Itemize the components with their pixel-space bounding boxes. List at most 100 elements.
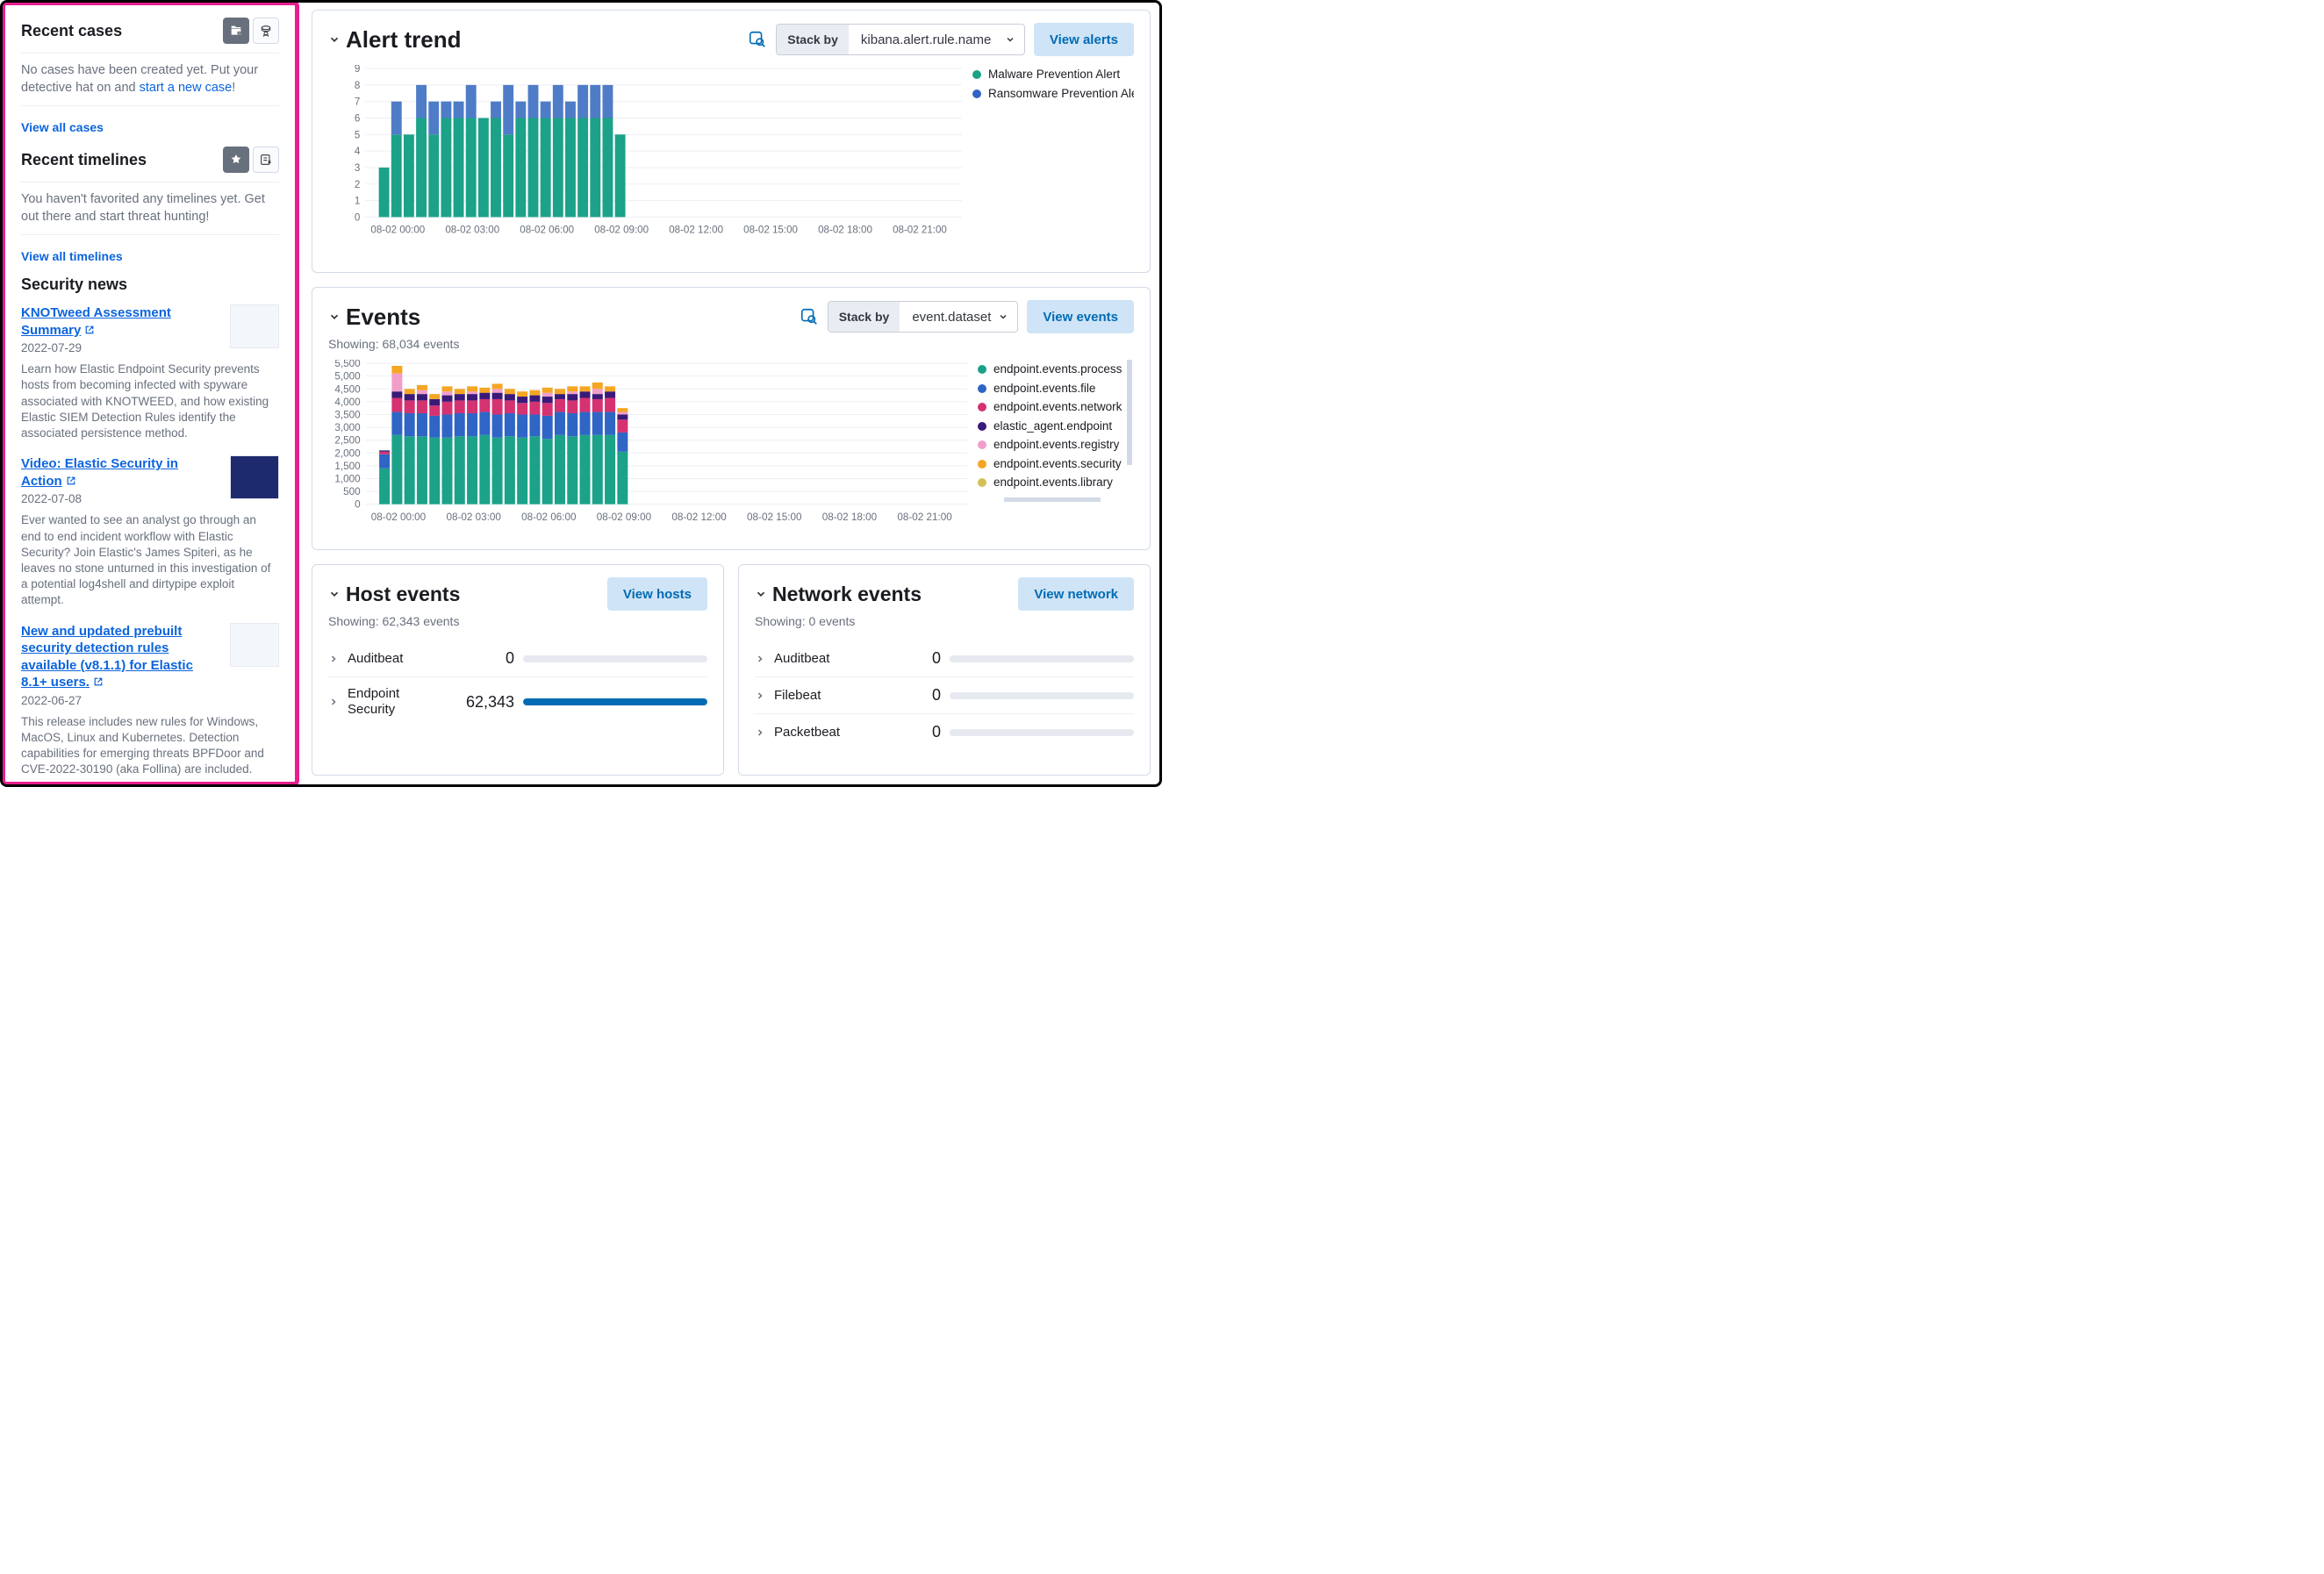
chevron-right-icon[interactable] bbox=[755, 654, 765, 664]
news-thumbnail bbox=[230, 304, 279, 348]
legend-dot bbox=[978, 365, 986, 374]
last-updated-icon[interactable] bbox=[253, 147, 279, 173]
view-events-button[interactable]: View events bbox=[1027, 300, 1134, 333]
event-source-bar bbox=[950, 692, 1134, 699]
news-description: Learn how Elastic Endpoint Security prev… bbox=[21, 361, 279, 441]
stackby-label: Stack by bbox=[777, 25, 849, 54]
legend-dot bbox=[978, 422, 986, 431]
legend-item[interactable]: endpoint.events.registry bbox=[978, 437, 1134, 453]
legend-label: elastic_agent.endpoint bbox=[993, 419, 1112, 434]
svg-text:08-02 03:00: 08-02 03:00 bbox=[446, 512, 501, 523]
event-source-count: 0 bbox=[879, 723, 941, 741]
alert-trend-panel: Alert trend Stack by kibana.alert.rule.n… bbox=[312, 10, 1151, 273]
chevron-right-icon[interactable] bbox=[755, 690, 765, 701]
network-events-toggle[interactable]: Network events bbox=[755, 583, 922, 606]
svg-text:08-02 06:00: 08-02 06:00 bbox=[521, 512, 577, 523]
view-network-button[interactable]: View network bbox=[1018, 577, 1134, 611]
events-legend: endpoint.events.process endpoint.events.f… bbox=[978, 360, 1134, 540]
network-events-title: Network events bbox=[772, 583, 922, 606]
inspect-icon[interactable] bbox=[748, 30, 767, 49]
alert-trend-toggle[interactable]: Alert trend bbox=[328, 26, 461, 54]
svg-text:08-02 03:00: 08-02 03:00 bbox=[445, 225, 499, 236]
legend-h-scrollbar[interactable] bbox=[1004, 497, 1101, 502]
legend-label: Malware Prevention Alert bbox=[988, 67, 1120, 82]
svg-text:3,500: 3,500 bbox=[334, 410, 361, 421]
inspect-icon[interactable] bbox=[800, 307, 819, 326]
recent-cases-empty-text: No cases have been created yet. Put your… bbox=[21, 62, 279, 97]
events-stackby[interactable]: Stack by event.dataset bbox=[828, 301, 1019, 333]
alert-trend-legend: Malware Prevention Alert Ransomware Preve… bbox=[972, 65, 1134, 263]
event-source-name: Filebeat bbox=[774, 688, 871, 704]
legend-item[interactable]: Malware Prevention Alert bbox=[972, 67, 1134, 82]
view-all-timelines-link[interactable]: View all timelines bbox=[21, 249, 123, 263]
start-new-case-link[interactable]: start a new case bbox=[140, 81, 233, 95]
chevron-right-icon[interactable] bbox=[328, 654, 339, 664]
legend-item[interactable]: endpoint.events.process bbox=[978, 361, 1134, 377]
legend-item[interactable]: endpoint.events.library bbox=[978, 475, 1134, 490]
sidebar: Recent cases i No cases have been create… bbox=[1, 1, 299, 786]
event-source-count: 0 bbox=[879, 649, 941, 668]
legend-item[interactable]: endpoint.events.security bbox=[978, 456, 1134, 472]
legend-dot bbox=[978, 403, 986, 411]
chevron-down-icon bbox=[328, 33, 341, 46]
legend-label: endpoint.events.registry bbox=[993, 437, 1119, 453]
event-source-row: Auditbeat 0 bbox=[328, 640, 707, 676]
view-alerts-button[interactable]: View alerts bbox=[1034, 23, 1134, 56]
svg-text:08-02 21:00: 08-02 21:00 bbox=[897, 512, 952, 523]
chevron-down-icon bbox=[998, 311, 1008, 322]
svg-text:5,500: 5,500 bbox=[334, 360, 361, 369]
event-source-row: Filebeat 0 bbox=[755, 676, 1134, 713]
recent-cases-section: Recent cases i No cases have been create… bbox=[21, 18, 279, 147]
news-date: 2022-07-08 bbox=[21, 492, 221, 505]
event-source-count: 0 bbox=[453, 649, 514, 668]
legend-item[interactable]: Ransomware Prevention Alert bbox=[972, 86, 1134, 102]
events-toggle[interactable]: Events bbox=[328, 304, 420, 331]
chevron-down-icon bbox=[755, 588, 767, 600]
news-title-link[interactable]: Video: Elastic Security in Action bbox=[21, 456, 178, 489]
legend-item[interactable]: endpoint.events.network bbox=[978, 399, 1134, 415]
svg-text:08-02 06:00: 08-02 06:00 bbox=[520, 225, 574, 236]
svg-text:0: 0 bbox=[355, 499, 361, 511]
events-chart[interactable]: 05001,0001,5002,0002,5003,0003,5004,0004… bbox=[328, 360, 971, 540]
legend-scrollbar[interactable] bbox=[1127, 360, 1132, 465]
svg-text:1: 1 bbox=[355, 197, 360, 207]
svg-text:0: 0 bbox=[355, 212, 360, 223]
stackby-value[interactable]: event.dataset bbox=[900, 302, 1017, 332]
legend-dot bbox=[978, 460, 986, 469]
chevron-right-icon[interactable] bbox=[328, 697, 339, 707]
svg-text:2: 2 bbox=[355, 180, 360, 190]
legend-item[interactable]: elastic_agent.endpoint bbox=[978, 419, 1134, 434]
legend-dot bbox=[978, 478, 986, 487]
svg-text:8: 8 bbox=[355, 81, 360, 91]
stackby-value[interactable]: kibana.alert.rule.name bbox=[849, 25, 1024, 54]
event-source-name: Auditbeat bbox=[774, 651, 871, 667]
view-all-cases-link[interactable]: View all cases bbox=[21, 120, 104, 134]
network-events-showing: Showing: 0 events bbox=[755, 614, 1134, 628]
view-hosts-button[interactable]: View hosts bbox=[607, 577, 707, 611]
svg-text:4,500: 4,500 bbox=[334, 383, 361, 395]
my-recently-reported-cases-icon[interactable] bbox=[253, 18, 279, 44]
news-title-link[interactable]: KNOTweed Assessment Summary bbox=[21, 305, 171, 338]
svg-text:08-02 09:00: 08-02 09:00 bbox=[597, 512, 652, 523]
legend-item[interactable]: endpoint.events.file bbox=[978, 381, 1134, 397]
svg-text:08-02 12:00: 08-02 12:00 bbox=[671, 512, 727, 523]
event-source-bar bbox=[523, 698, 707, 705]
chevron-right-icon[interactable] bbox=[755, 727, 765, 738]
news-item: Video: Elastic Security in Action 2022-0… bbox=[21, 455, 279, 608]
svg-text:08-02 18:00: 08-02 18:00 bbox=[822, 512, 878, 523]
alert-trend-chart[interactable]: 012345678908-02 00:0008-02 03:0008-02 06… bbox=[328, 65, 965, 263]
news-description: This release includes new rules for Wind… bbox=[21, 714, 279, 778]
svg-text:5,000: 5,000 bbox=[334, 371, 361, 383]
legend-label: endpoint.events.network bbox=[993, 399, 1122, 415]
recently-created-cases-icon[interactable]: i bbox=[223, 18, 249, 44]
svg-text:08-02 21:00: 08-02 21:00 bbox=[893, 225, 947, 236]
news-title-link[interactable]: New and updated prebuilt security detect… bbox=[21, 624, 193, 690]
legend-dot bbox=[978, 384, 986, 393]
alert-trend-stackby[interactable]: Stack by kibana.alert.rule.name bbox=[776, 24, 1025, 55]
recent-cases-title: Recent cases bbox=[21, 22, 122, 40]
favorites-icon[interactable] bbox=[223, 147, 249, 173]
event-source-row: Packetbeat 0 bbox=[755, 713, 1134, 750]
host-events-panel: Host events View hosts Showing: 62,343 e… bbox=[312, 564, 724, 776]
news-thumbnail bbox=[230, 623, 279, 667]
host-events-toggle[interactable]: Host events bbox=[328, 583, 460, 606]
